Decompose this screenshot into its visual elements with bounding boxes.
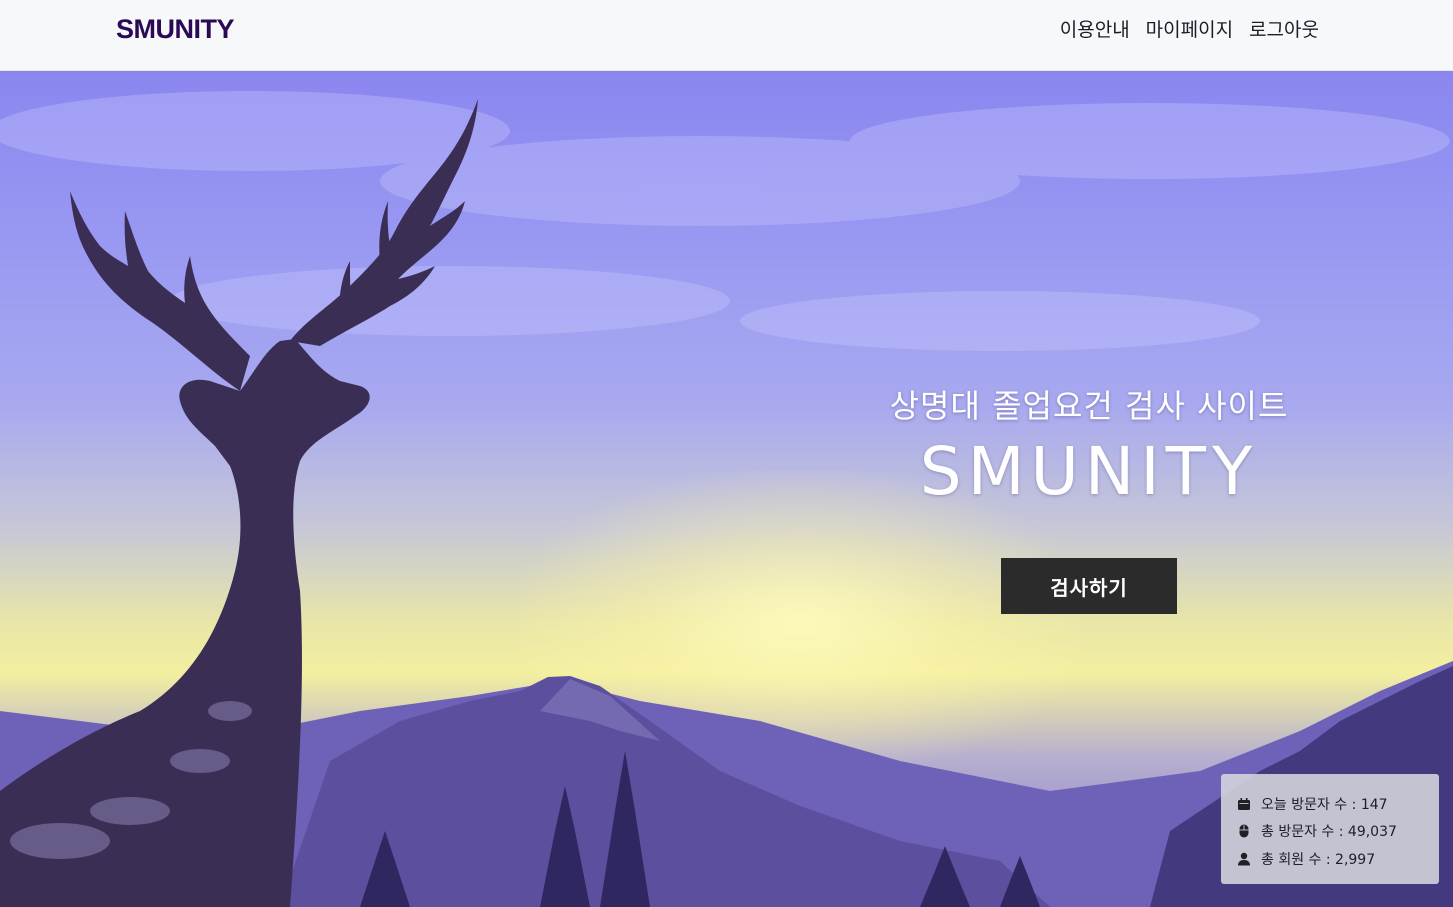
nav-link-guide[interactable]: 이용안내 bbox=[1060, 17, 1130, 43]
calendar-icon bbox=[1238, 797, 1250, 810]
hero-section: 상명대 졸업요건 검사 사이트 SMUNITY 검사하기 오늘 방문자 수 : … bbox=[0, 71, 1453, 907]
stat-value-total: 49,037 bbox=[1347, 824, 1397, 841]
user-icon bbox=[1238, 852, 1250, 866]
site-logo[interactable]: SMUNITY bbox=[116, 14, 235, 45]
clouds bbox=[0, 91, 1450, 351]
stat-value-members: 2,997 bbox=[1335, 851, 1376, 868]
visitor-stats-box: 오늘 방문자 수 : 147 총 방문자 수 : 49,037 총 회원 수 :… bbox=[1221, 774, 1439, 884]
mouse-icon bbox=[1239, 824, 1249, 838]
stat-label-today: 오늘 방문자 수 : bbox=[1261, 796, 1361, 813]
nav-link-logout[interactable]: 로그아웃 bbox=[1249, 17, 1319, 43]
hero-subtitle: 상명대 졸업요건 검사 사이트 bbox=[889, 387, 1289, 425]
start-check-button[interactable]: 검사하기 bbox=[1001, 558, 1177, 614]
stat-today-visitors: 오늘 방문자 수 : 147 bbox=[1237, 790, 1439, 818]
stat-label-total: 총 방문자 수 : bbox=[1261, 824, 1348, 841]
stat-total-members: 총 회원 수 : 2,997 bbox=[1237, 845, 1439, 873]
stat-total-visitors: 총 방문자 수 : 49,037 bbox=[1237, 818, 1439, 846]
navbar: SMUNITY 이용안내 마이페이지 로그아웃 bbox=[0, 0, 1453, 71]
nav-links: 이용안내 마이페이지 로그아웃 bbox=[1060, 17, 1319, 43]
nav-link-mypage[interactable]: 마이페이지 bbox=[1146, 17, 1233, 43]
hero-title: SMUNITY bbox=[919, 433, 1259, 510]
stat-value-today: 147 bbox=[1360, 796, 1388, 813]
stat-label-members: 총 회원 수 : bbox=[1261, 851, 1336, 868]
